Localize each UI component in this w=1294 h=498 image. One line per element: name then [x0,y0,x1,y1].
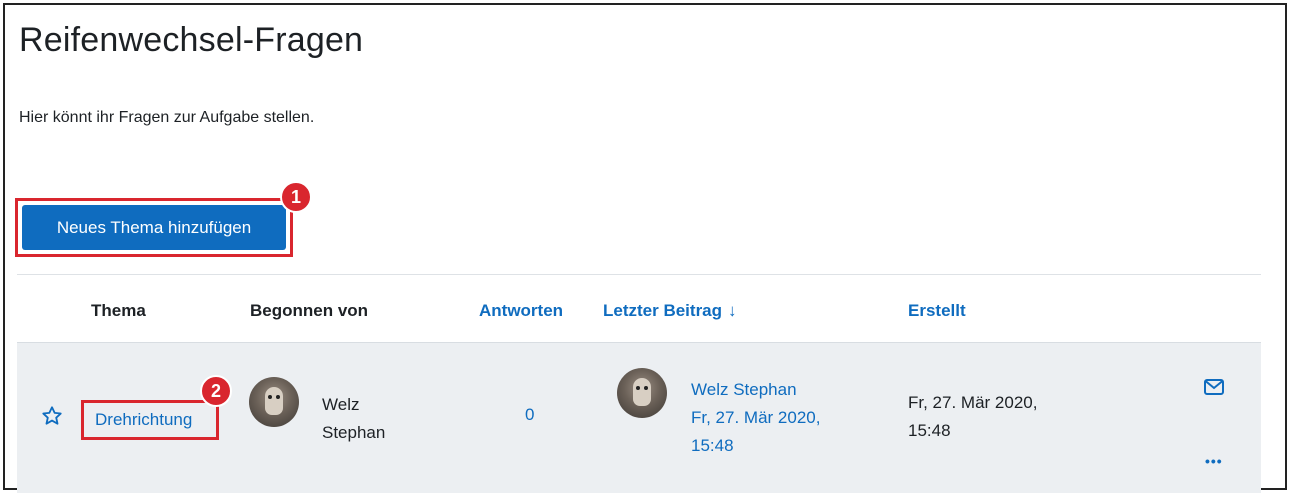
avatar[interactable] [249,377,299,427]
header-last-post-label: Letzter Beitrag [603,301,723,320]
author-last-name: Stephan [322,423,386,442]
add-topic-highlight: Neues Thema hinzufügen [15,198,293,257]
sort-desc-icon: ↓ [728,301,737,320]
last-post-date[interactable]: Fr, 27. Mär 2020, [691,404,871,432]
created-date-line: Fr, 27. Mär 2020, [908,393,1038,412]
last-post-link[interactable]: Welz Stephan Fr, 27. Mär 2020, 15:48 [691,376,871,460]
reply-count[interactable]: 0 [525,405,534,425]
created-time-line: 15:48 [908,421,951,440]
header-replies-sort[interactable]: Antworten [479,301,563,321]
created-date: Fr, 27. Mär 2020, 15:48 [908,389,1108,445]
forum-page: Reifenwechsel-Fragen Hier könnt ihr Frag… [3,3,1287,493]
step-marker-1: 1 [280,181,312,213]
forum-intro: Hier könnt ihr Fragen zur Aufgabe stelle… [19,109,315,126]
last-post-author[interactable]: Welz Stephan [691,376,871,404]
star-icon[interactable] [41,405,63,427]
header-created-sort[interactable]: Erstellt [908,301,966,321]
header-topic: Thema [91,301,146,320]
page-title: Reifenwechsel-Fragen [19,21,364,59]
header-started-by: Begonnen von [250,301,369,320]
last-post-time[interactable]: 15:48 [691,432,871,460]
header-last-post-sort[interactable]: Letzter Beitrag ↓ [603,301,737,321]
started-by-name: Welz Stephan [322,391,432,447]
ellipsis-icon[interactable]: ••• [1205,453,1223,469]
avatar[interactable] [617,368,667,418]
envelope-icon[interactable] [1204,379,1224,395]
author-first-name: Welz [322,395,360,414]
table-divider [17,274,1261,275]
add-topic-button[interactable]: Neues Thema hinzufügen [22,205,286,250]
topic-link[interactable]: Drehrichtung [95,410,192,430]
topic-highlight: Drehrichtung [81,400,219,440]
step-marker-2: 2 [200,375,232,407]
